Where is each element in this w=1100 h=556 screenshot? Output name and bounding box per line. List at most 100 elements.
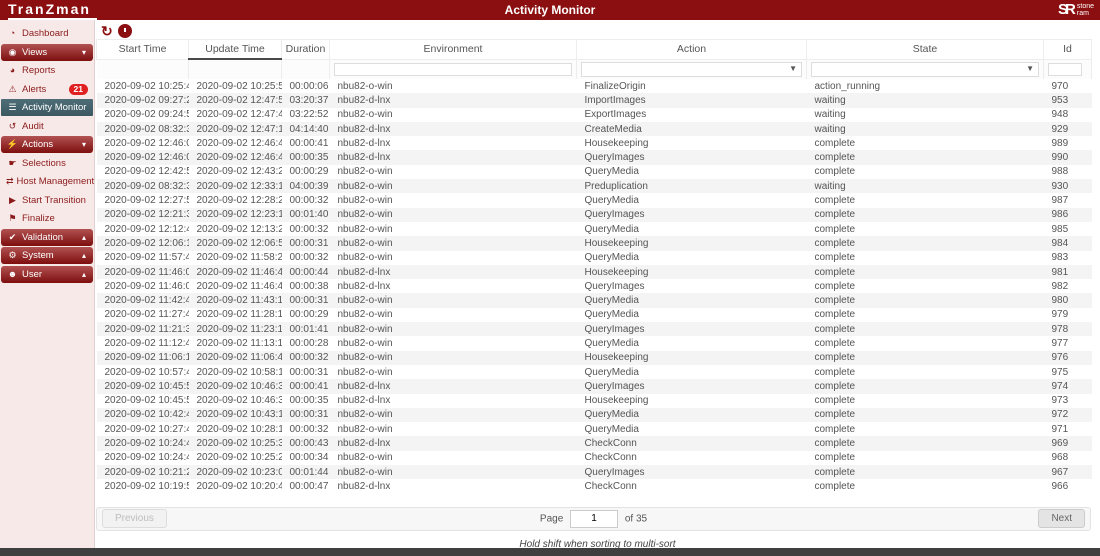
column-header-action[interactable]: Action [576,39,807,60]
brand-line2: ram [1076,9,1089,17]
table-row[interactable]: 2020-09-02 10:25:48 2020-09-02 10:25:54 00… [97,79,1092,93]
sidebar-item-selections[interactable]: ☛ Selections [1,155,93,172]
table-row[interactable]: 2020-09-02 08:32:32 2020-09-02 12:33:11 04… [96,179,1092,194]
action-cell: QueryImages [584,280,645,292]
table-row[interactable]: 2020-09-02 11:06:14 2020-09-02 11:06:46 00… [96,350,1092,365]
environment-cell: nbu82-o-win [337,466,393,478]
refresh-icon[interactable]: ↻ [101,24,113,38]
state-cell: complete [814,309,856,321]
table-row[interactable]: 2020-09-02 10:21:25 2020-09-02 10:23:09 00… [96,465,1092,480]
flag-icon: ⚑ [8,213,17,223]
update-time-cell: 2020-09-02 12:46:48 [196,137,282,149]
sidebar-item-label: Reports [22,65,56,76]
table-row[interactable]: 2020-09-02 12:46:07 2020-09-02 12:46:48 00… [97,136,1092,150]
activity-list-icon: ☰ [8,102,17,112]
duration-cell: 00:00:41 [289,380,329,392]
column-header-update-time[interactable]: Update Time [188,39,282,60]
page-input[interactable] [570,509,619,528]
table-row[interactable]: 2020-09-02 11:46:02 2020-09-02 11:46:40 00… [97,279,1092,293]
update-time-cell: 2020-09-02 11:43:18 [196,295,282,307]
environment-cell: nbu82-d-lnx [337,380,391,392]
table-row[interactable]: 2020-09-02 10:24:48 2020-09-02 10:25:31 00… [96,436,1092,451]
table-row[interactable]: 2020-09-02 10:45:57 2020-09-02 10:46:38 00… [96,379,1092,394]
main-content: ↻ Start Time Update Time Duration Environme… [95,20,1100,556]
id-cell: 966 [1051,480,1069,492]
table-row[interactable]: 2020-09-02 08:32:32 2020-09-02 12:47:12 04… [96,121,1092,137]
sidebar-item-label: Validation [22,231,64,243]
start-time-cell: 2020-09-02 12:06:19 [104,237,189,249]
table-row[interactable]: 2020-09-02 12:46:07 2020-09-02 12:46:42 00… [96,150,1092,165]
sidebar-item-dashboard[interactable]: ◔ Dashboard [1,25,93,42]
id-cell: 976 [1051,352,1069,364]
sidebar-item-finalize[interactable]: ⚑ Finalize [1,210,93,227]
sidebar-item-reports[interactable]: ◕ Reports [1,62,93,79]
table-row[interactable]: 2020-09-02 11:21:30 2020-09-02 11:23:11 00… [96,322,1092,337]
start-time-cell: 2020-09-02 11:06:14 [104,352,189,364]
column-header-start-time[interactable]: Start Time [96,39,189,60]
environment-cell: nbu82-o-win [337,166,393,178]
start-time-cell: 2020-09-02 12:42:52 [104,166,189,178]
table-row[interactable]: 2020-09-02 10:45:57 2020-09-02 10:46:32 00… [97,394,1092,408]
sidebar-item-actions[interactable]: ⚡ Actions ▾ [1,136,93,153]
table-row[interactable]: 2020-09-02 12:42:52 2020-09-02 12:43:21 00… [97,165,1092,179]
table-row[interactable]: 2020-09-02 11:46:02 2020-09-02 11:46:46 00… [96,264,1092,280]
column-header-environment[interactable]: Environment [329,39,577,60]
chevron-down-icon: ▼ [1026,63,1034,73]
table-row[interactable]: 2020-09-02 12:27:51 2020-09-02 12:28:23 00… [97,193,1092,207]
column-header-state[interactable]: State [806,39,1044,60]
table-row[interactable]: 2020-09-02 10:19:58 2020-09-02 10:20:45 00… [97,479,1092,493]
sidebar-item-user[interactable]: ☻ User ▴ [1,265,93,283]
table-row[interactable]: 2020-09-02 09:24:51 2020-09-02 12:47:43 03… [97,108,1092,122]
sidebar-item-alerts[interactable]: ⚠ Alerts 21 [1,81,93,98]
duration-cell: 00:00:35 [289,152,329,164]
table-row[interactable]: 2020-09-02 09:27:21 2020-09-02 12:47:58 03… [96,93,1092,108]
state-filter-select[interactable]: ▼ [811,61,1039,77]
duration-cell: 00:00:31 [289,366,329,378]
table-row[interactable]: 2020-09-02 10:42:42 2020-09-02 10:43:13 00… [96,407,1092,423]
table-row[interactable]: 2020-09-02 11:57:48 2020-09-02 11:58:20 00… [97,251,1092,265]
id-cell: 970 [1051,80,1069,92]
table-row[interactable]: 2020-09-02 11:12:45 2020-09-02 11:13:13 00… [97,336,1092,350]
clock-icon[interactable] [117,24,132,38]
table-row[interactable]: 2020-09-02 10:24:48 2020-09-02 10:25:22 00… [97,451,1092,465]
action-cell: QueryMedia [584,252,639,264]
chevron-up-icon: ▴ [81,251,86,260]
environment-cell: nbu82-o-win [337,452,393,464]
table-row[interactable]: 2020-09-02 10:27:40 2020-09-02 10:28:12 00… [97,422,1092,436]
sidebar-item-host-management[interactable]: ⇄ Host Management [1,173,94,190]
action-cell: QueryImages [584,380,645,392]
start-time-cell: 2020-09-02 10:57:43 [104,366,189,378]
next-button[interactable]: Next [1038,509,1085,529]
sidebar-item-activity-monitor[interactable]: ☰ Activity Monitor [1,99,93,116]
state-cell: action_running [814,80,881,92]
id-filter-input[interactable] [1048,62,1082,76]
duration-cell: 04:14:40 [289,123,329,135]
sidebar-item-system[interactable]: ⚙ System ▴ [1,247,93,264]
column-header-duration[interactable]: Duration [281,39,330,60]
table-row[interactable]: 2020-09-02 12:12:49 2020-09-02 12:13:21 00… [97,222,1092,236]
id-cell: 983 [1051,252,1069,264]
start-time-cell: 2020-09-02 10:27:40 [104,423,189,435]
duration-cell: 00:00:32 [289,195,329,207]
environment-filter-input[interactable] [334,62,572,76]
update-time-cell: 2020-09-02 10:25:31 [196,438,282,450]
table-row[interactable]: 2020-09-02 12:06:19 2020-09-02 12:06:50 00… [96,236,1092,251]
table-row[interactable]: 2020-09-02 10:57:43 2020-09-02 10:58:14 00… [97,365,1092,379]
sidebar-item-start-transition[interactable]: ▶ Start Transition [1,192,93,209]
action-filter-select[interactable]: ▼ [581,61,802,77]
start-time-cell: 2020-09-02 10:19:58 [104,480,189,492]
action-cell: Housekeeping [584,352,649,364]
table-row[interactable]: 2020-09-02 12:21:36 2020-09-02 12:23:16 00… [96,207,1092,222]
start-time-cell: 2020-09-02 11:46:02 [104,266,189,278]
sidebar-item-views[interactable]: ◉ Views ▾ [1,43,93,61]
sidebar-item-audit[interactable]: ↺ Audit [1,118,93,135]
sidebar-item-validation[interactable]: ✔ Validation ▴ [1,228,93,246]
table-row[interactable]: 2020-09-02 11:42:47 2020-09-02 11:43:18 00… [96,293,1092,308]
table-row[interactable]: 2020-09-02 11:27:46 2020-09-02 11:28:15 00… [97,308,1092,322]
state-cell: complete [814,209,856,221]
column-header-id[interactable]: Id [1043,39,1092,60]
state-cell: waiting [814,123,846,135]
state-cell: complete [814,166,856,178]
duration-cell: 00:00:06 [289,80,329,92]
action-cell: QueryMedia [584,195,639,207]
